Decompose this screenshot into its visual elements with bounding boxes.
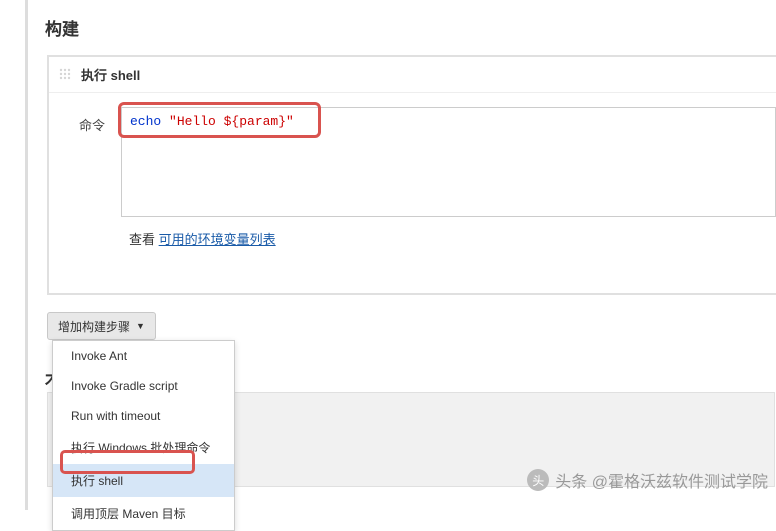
- add-build-step-button[interactable]: 增加构建步骤 ▼: [47, 312, 156, 340]
- dropdown-item-invoke-gradle[interactable]: Invoke Gradle script: [53, 371, 234, 401]
- drag-handle-icon[interactable]: [59, 68, 73, 82]
- dropdown-item-windows-batch[interactable]: 执行 Windows 批处理命令: [53, 431, 234, 464]
- watermark-text: 霍格沃兹软件测试学院: [608, 468, 768, 492]
- add-build-step-label: 增加构建步骤: [58, 318, 130, 335]
- watermark-prefix: 头条 @: [555, 468, 608, 492]
- help-text: 查看 可用的环境变量列表: [129, 229, 776, 248]
- command-input[interactable]: echo "Hello ${param}": [121, 107, 776, 217]
- dropdown-item-execute-shell[interactable]: 执行 shell: [53, 464, 234, 497]
- dropdown-item-invoke-ant[interactable]: Invoke Ant: [53, 341, 234, 371]
- dropdown-item-run-timeout[interactable]: Run with timeout: [53, 401, 234, 431]
- command-row: 命令 echo "Hello ${param}": [49, 93, 776, 217]
- left-border: [25, 0, 28, 510]
- add-step-dropdown: Invoke Ant Invoke Gradle script Run with…: [52, 340, 235, 531]
- build-step-title: 执行 shell: [81, 65, 140, 84]
- help-prefix: 查看: [129, 232, 159, 247]
- command-label: 命令: [79, 115, 121, 134]
- dropdown-item-maven-top[interactable]: 调用顶层 Maven 目标: [53, 497, 234, 530]
- caret-down-icon: ▼: [136, 321, 145, 331]
- env-vars-link[interactable]: 可用的环境变量列表: [159, 232, 276, 247]
- build-section-title: 构建: [45, 15, 79, 40]
- watermark: 头 头条 @霍格沃兹软件测试学院: [527, 468, 768, 492]
- watermark-icon: 头: [527, 469, 549, 491]
- build-step-block: 执行 shell 命令 echo "Hello ${param}" 查看 可用的…: [47, 55, 776, 295]
- build-step-header: 执行 shell: [49, 57, 776, 93]
